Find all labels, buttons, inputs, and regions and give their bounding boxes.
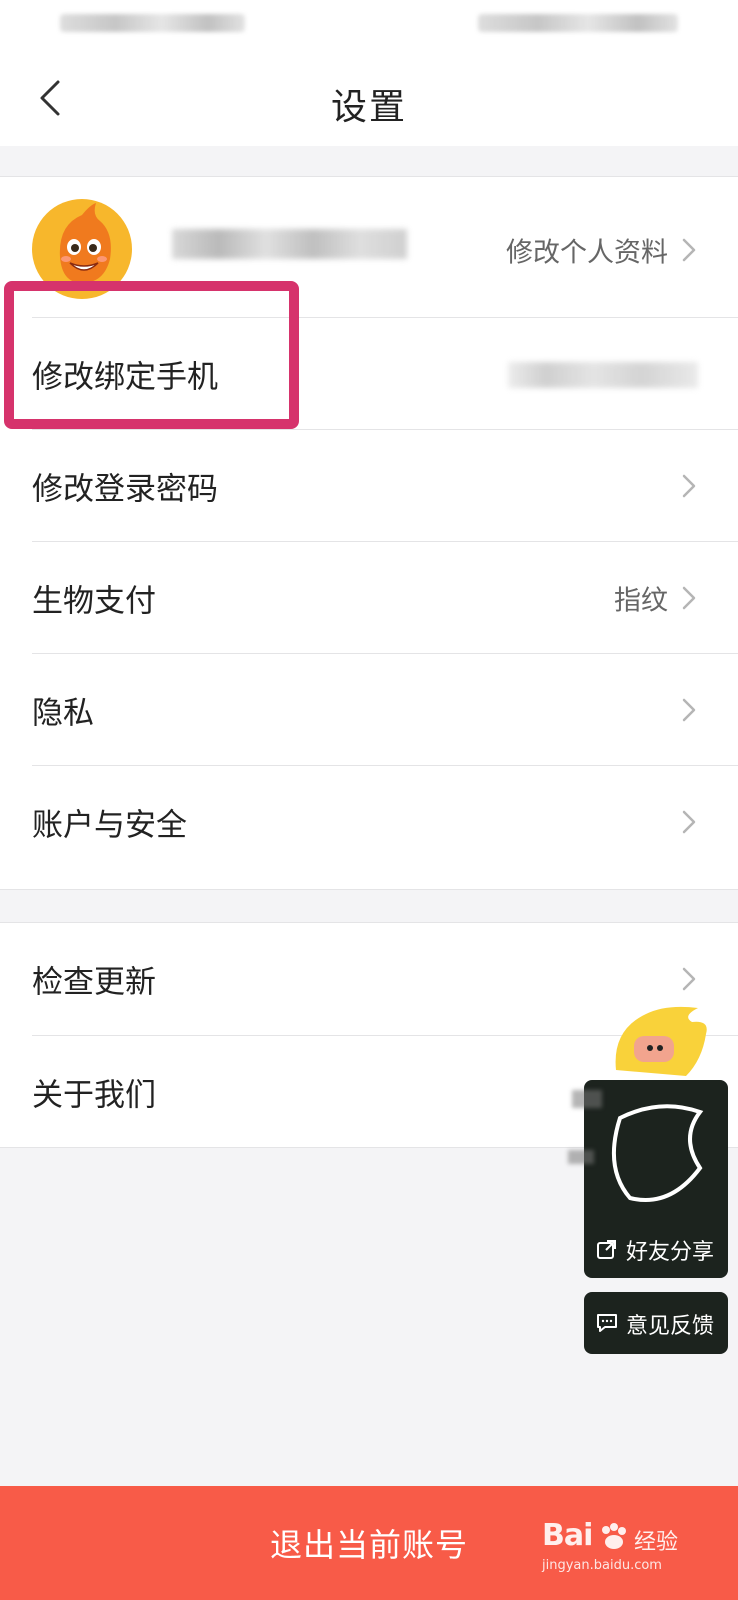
blur-artifact [568,1150,594,1164]
row-biometric-pay[interactable]: 生物支付 指纹 [0,542,738,654]
chevron-right-icon [682,238,696,261]
status-bar-right-blur [478,14,678,32]
scribble-graphic-icon [611,1104,704,1202]
baidu-watermark: Bai 经验 jingyan.baidu.com [542,1518,702,1582]
highlight-annotation-box [4,281,299,429]
row-account-security[interactable]: 账户与安全 [0,766,738,878]
status-bar [0,0,738,50]
row-label: 生物支付 [32,583,156,620]
chevron-right-icon [682,967,696,991]
biometric-value: 指纹 [614,585,668,617]
nav-bar: 设置 [0,50,738,146]
feedback-label: 意见反馈 [626,1314,715,1339]
floating-mascot[interactable] [606,1000,716,1080]
phone-number-blurred [508,362,698,388]
paw-icon [602,1523,626,1549]
blur-artifact [572,1090,602,1108]
row-label: 关于我们 [32,1077,156,1114]
share-icon [597,1240,616,1259]
row-label: 账户与安全 [32,807,187,844]
chevron-right-icon [682,586,696,610]
username-blurred [172,229,407,259]
share-label: 好友分享 [626,1240,715,1265]
chevron-right-icon [682,474,696,498]
row-label: 修改登录密码 [32,471,218,508]
page-title: 设置 [330,87,407,128]
status-bar-left-blur [60,14,245,32]
share-card[interactable]: 好友分享 [568,1080,728,1278]
watermark-logo-text: Bai [542,1518,593,1553]
watermark-url: jingyan.baidu.com [542,1558,662,1573]
chick-mascot-icon [615,1006,707,1076]
chevron-right-icon [682,810,696,834]
row-label: 隐私 [32,695,94,732]
edit-profile-label: 修改个人资料 [506,237,668,268]
message-icon [597,1314,617,1332]
feedback-card[interactable]: 意见反馈 [584,1292,728,1354]
chevron-right-icon [682,698,696,722]
row-change-password[interactable]: 修改登录密码 [0,430,738,542]
row-privacy[interactable]: 隐私 [0,654,738,766]
watermark-cn-text: 经验 [634,1530,679,1555]
row-label: 检查更新 [32,964,156,1001]
